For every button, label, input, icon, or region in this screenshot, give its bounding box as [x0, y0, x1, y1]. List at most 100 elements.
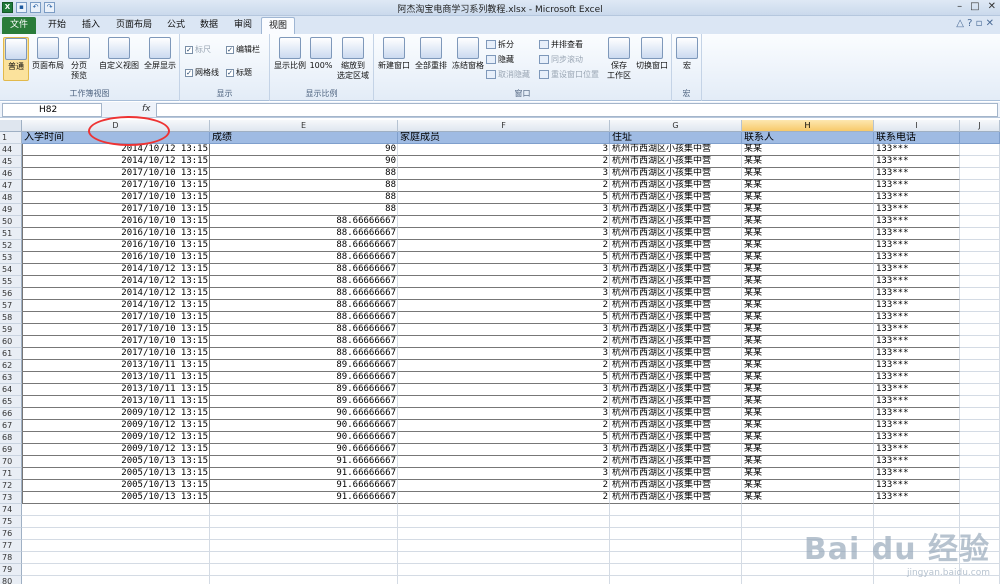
cell-j[interactable]	[960, 240, 1000, 252]
cell-e[interactable]: 88.66666667	[210, 312, 398, 324]
zoom-to-selection-button[interactable]: 缩放到 选定区域	[334, 37, 372, 81]
cell-e[interactable]	[210, 540, 398, 552]
cell-f[interactable]: 3	[398, 168, 610, 180]
minimize-icon[interactable]: –	[957, 1, 962, 12]
cell-f[interactable]: 2	[398, 300, 610, 312]
hide-button[interactable]: 隐藏	[486, 54, 514, 65]
cell-d[interactable]: 2016/10/10 13:15	[22, 228, 210, 240]
cell-g[interactable]: 杭州市西湖区小孩集中营	[610, 264, 742, 276]
cell-d[interactable]: 2017/10/10 13:15	[22, 192, 210, 204]
cell-d[interactable]: 2017/10/10 13:15	[22, 168, 210, 180]
cell-f[interactable]: 5	[398, 432, 610, 444]
tab-formulas[interactable]: 公式	[162, 17, 190, 34]
cell-g[interactable]: 杭州市西湖区小孩集中营	[610, 444, 742, 456]
cell-i[interactable]: 133***	[874, 264, 960, 276]
cell-f[interactable]: 2	[398, 492, 610, 504]
cell-e[interactable]: 88.66666667	[210, 288, 398, 300]
cell-f[interactable]	[398, 516, 610, 528]
cell-e[interactable]: 88.66666667	[210, 324, 398, 336]
cell-f[interactable]	[398, 528, 610, 540]
column-header-e[interactable]: E	[210, 120, 398, 132]
row-header[interactable]: 77	[0, 540, 22, 552]
cell-f[interactable]	[398, 552, 610, 564]
fullscreen-button[interactable]: 全屏显示	[142, 37, 178, 71]
tab-page-layout[interactable]: 页面布局	[110, 17, 158, 34]
cell-j[interactable]	[960, 492, 1000, 504]
cell-d[interactable]: 2017/10/10 13:15	[22, 180, 210, 192]
row-header[interactable]: 69	[0, 444, 22, 456]
cell-f[interactable]: 3	[398, 264, 610, 276]
cell-j[interactable]	[960, 264, 1000, 276]
cell-h[interactable]: 某某	[742, 312, 874, 324]
cell-f[interactable]: 3	[398, 228, 610, 240]
cell-i[interactable]: 133***	[874, 312, 960, 324]
save-workspace-button[interactable]: 保存 工作区	[606, 37, 632, 81]
cell-d[interactable]: 2014/10/12 13:15	[22, 276, 210, 288]
sync-scroll-button[interactable]: 同步滚动	[539, 54, 583, 65]
cell-h[interactable]: 某某	[742, 204, 874, 216]
cell-f[interactable]: 家庭成员	[398, 132, 610, 144]
cell-e[interactable]: 成绩	[210, 132, 398, 144]
cell-i[interactable]: 133***	[874, 456, 960, 468]
cell-j[interactable]	[960, 168, 1000, 180]
cell-j[interactable]	[960, 360, 1000, 372]
row-header[interactable]: 57	[0, 300, 22, 312]
cell-h[interactable]: 联系人	[742, 132, 874, 144]
cell-g[interactable]: 杭州市西湖区小孩集中营	[610, 228, 742, 240]
column-header-j[interactable]: J	[960, 120, 1000, 132]
cell-e[interactable]: 88	[210, 168, 398, 180]
cell-d[interactable]: 2014/10/12 13:15	[22, 300, 210, 312]
cell-h[interactable]: 某某	[742, 300, 874, 312]
row-header[interactable]: 63	[0, 372, 22, 384]
cell-f[interactable]: 3	[398, 444, 610, 456]
cell-j[interactable]	[960, 432, 1000, 444]
cell-h[interactable]: 某某	[742, 288, 874, 300]
row-header[interactable]: 62	[0, 360, 22, 372]
cell-h[interactable]: 某某	[742, 348, 874, 360]
cell-j[interactable]	[960, 204, 1000, 216]
cell-j[interactable]	[960, 348, 1000, 360]
cell-h[interactable]: 某某	[742, 492, 874, 504]
cell-e[interactable]: 91.66666667	[210, 480, 398, 492]
cell-e[interactable]	[210, 516, 398, 528]
row-header[interactable]: 78	[0, 552, 22, 564]
cell-f[interactable]: 2	[398, 216, 610, 228]
cell-e[interactable]: 88.66666667	[210, 228, 398, 240]
cell-j[interactable]	[960, 288, 1000, 300]
cell-i[interactable]: 133***	[874, 168, 960, 180]
cell-j[interactable]	[960, 456, 1000, 468]
cell-e[interactable]: 89.66666667	[210, 396, 398, 408]
cell-e[interactable]	[210, 564, 398, 576]
cell-d[interactable]	[22, 540, 210, 552]
page-break-preview-button[interactable]: 分页 预览	[67, 37, 91, 81]
cell-h[interactable]: 某某	[742, 252, 874, 264]
cell-g[interactable]: 杭州市西湖区小孩集中营	[610, 480, 742, 492]
cell-f[interactable]	[398, 576, 610, 584]
row-header[interactable]: 1	[0, 132, 22, 144]
cell-f[interactable]: 2	[398, 240, 610, 252]
cell-d[interactable]: 2017/10/10 13:15	[22, 312, 210, 324]
row-header[interactable]: 50	[0, 216, 22, 228]
cell-j[interactable]	[960, 252, 1000, 264]
row-header[interactable]: 73	[0, 492, 22, 504]
cell-j[interactable]	[960, 228, 1000, 240]
cell-e[interactable]: 88.66666667	[210, 216, 398, 228]
cell-h[interactable]: 某某	[742, 144, 874, 156]
cell-i[interactable]: 133***	[874, 180, 960, 192]
row-header[interactable]: 53	[0, 252, 22, 264]
cell-i[interactable]: 133***	[874, 348, 960, 360]
cell-d[interactable]: 2009/10/12 13:15	[22, 420, 210, 432]
cell-f[interactable]: 3	[398, 348, 610, 360]
cell-e[interactable]: 88	[210, 204, 398, 216]
row-header[interactable]: 67	[0, 420, 22, 432]
cell-f[interactable]: 3	[398, 384, 610, 396]
cell-h[interactable]: 某某	[742, 456, 874, 468]
row-header[interactable]: 65	[0, 396, 22, 408]
cell-e[interactable]: 88.66666667	[210, 252, 398, 264]
cell-j[interactable]	[960, 408, 1000, 420]
cell-g[interactable]: 住址	[610, 132, 742, 144]
cell-i[interactable]: 133***	[874, 252, 960, 264]
cell-i[interactable]: 133***	[874, 372, 960, 384]
cell-j[interactable]	[960, 396, 1000, 408]
cell-i[interactable]: 133***	[874, 156, 960, 168]
